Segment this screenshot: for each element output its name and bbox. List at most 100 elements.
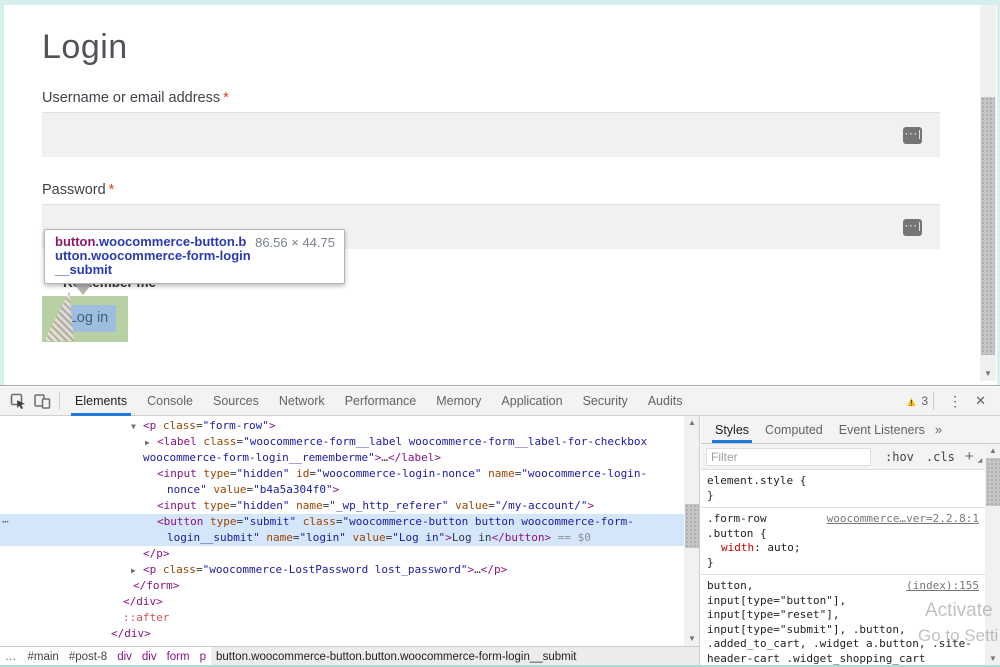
toggle-class-button[interactable]: .cls bbox=[926, 450, 955, 464]
tab-memory[interactable]: Memory bbox=[426, 387, 491, 416]
device-toolbar-icon[interactable] bbox=[30, 390, 54, 412]
expand-arrow-icon[interactable]: ▶ bbox=[131, 563, 136, 579]
dom-tree-line[interactable]: woocommerce-form-login__rememberme">…</l… bbox=[0, 450, 684, 466]
css-selector-line: .button { bbox=[707, 527, 979, 542]
styles-scrollbar-thumb[interactable] bbox=[986, 458, 1000, 506]
breadcrumb-item[interactable]: form bbox=[162, 647, 195, 667]
required-asterisk: * bbox=[109, 182, 115, 198]
css-selector-line: woocommerce…ver=2.2.8:1.form-row bbox=[707, 512, 979, 527]
dom-tree-line[interactable]: ▼<p class="form-row"> bbox=[0, 418, 684, 434]
login-page: Login Username or email address* ···| Pa… bbox=[0, 0, 1000, 385]
dom-tree-line[interactable]: ⋯<button type="submit" class="woocommerc… bbox=[0, 514, 684, 530]
css-rules-list: element.style {}woocommerce…ver=2.2.8:1.… bbox=[701, 470, 985, 667]
dom-tree-line[interactable]: </p> bbox=[0, 546, 684, 562]
password-label: Password* bbox=[42, 182, 114, 198]
dom-tree: ▼<p class="form-row">▶<label class="wooc… bbox=[0, 416, 684, 646]
dom-tree-line[interactable]: </div> bbox=[0, 626, 684, 642]
styles-filter-bar: :hov .cls + ◢ bbox=[701, 444, 985, 470]
tab-network[interactable]: Network bbox=[269, 387, 335, 416]
styles-filter-input[interactable] bbox=[706, 448, 871, 466]
browser-screenshot: Login Username or email address* ···| Pa… bbox=[0, 0, 1000, 667]
css-rule[interactable]: (index):155button,input[type="button"],i… bbox=[701, 575, 985, 667]
inspect-element-icon[interactable] bbox=[6, 390, 30, 412]
username-label: Username or email address* bbox=[42, 90, 229, 106]
text-cursor-icon: ···| bbox=[903, 219, 922, 236]
page-title: Login bbox=[42, 28, 128, 67]
styles-sidebar: StylesComputedEvent Listeners» :hov .cls… bbox=[701, 416, 1000, 667]
elements-panel: ▼<p class="form-row">▶<label class="wooc… bbox=[0, 416, 700, 667]
warning-count: 3 bbox=[921, 394, 928, 408]
styles-tab-styles[interactable]: Styles bbox=[707, 416, 757, 443]
window-edge-top bbox=[0, 0, 1000, 5]
css-rule[interactable]: woocommerce…ver=2.2.8:1.form-row.button … bbox=[701, 508, 985, 575]
element-dimensions: 86.56 × 44.75 bbox=[255, 236, 335, 250]
breadcrumb-item[interactable]: … bbox=[0, 647, 23, 667]
new-style-rule-button[interactable]: + bbox=[965, 448, 974, 465]
css-rule[interactable]: element.style {} bbox=[701, 470, 985, 508]
devtools-close-icon[interactable]: ✕ bbox=[971, 393, 994, 409]
tab-sources[interactable]: Sources bbox=[203, 387, 269, 416]
dom-tree-line[interactable]: <input type="hidden" id="woocommerce-log… bbox=[0, 466, 684, 482]
stylesheet-link[interactable]: (index):155 bbox=[906, 579, 979, 594]
styles-tab-bar: StylesComputedEvent Listeners» bbox=[701, 416, 1000, 444]
scroll-down-icon[interactable]: ▼ bbox=[684, 634, 700, 643]
css-selector-line: .added_to_cart, .widget a.button, .site- bbox=[707, 637, 979, 652]
dom-tree-line[interactable]: nonce" value="b4a5a304f0"> bbox=[0, 482, 684, 498]
toggle-hover-button[interactable]: :hov bbox=[885, 450, 914, 464]
dom-tree-line[interactable]: </form> bbox=[0, 578, 684, 594]
breadcrumb-item[interactable]: div bbox=[137, 647, 162, 667]
styles-scrollbar[interactable]: ▲ ▼ bbox=[985, 444, 1000, 667]
dom-tree-line[interactable]: ::after bbox=[0, 610, 684, 626]
scroll-up-icon[interactable]: ▲ bbox=[684, 418, 700, 427]
css-selector-line: element.style { bbox=[707, 474, 979, 489]
css-selector-line: (index):155button, bbox=[707, 579, 979, 594]
tab-performance[interactable]: Performance bbox=[335, 387, 427, 416]
breadcrumb-item[interactable]: div bbox=[112, 647, 137, 667]
tab-audits[interactable]: Audits bbox=[638, 387, 693, 416]
css-selector-line: input[type="button"], bbox=[707, 594, 979, 609]
warnings-indicator[interactable]: ▲! 3 bbox=[905, 394, 929, 408]
breadcrumb-item[interactable]: p bbox=[195, 647, 211, 667]
elements-scrollbar[interactable]: ▲ ▼ bbox=[684, 416, 699, 646]
toolbar-divider bbox=[933, 392, 934, 410]
required-asterisk: * bbox=[223, 90, 229, 106]
styles-tab-computed[interactable]: Computed bbox=[757, 416, 831, 443]
dom-tree-line[interactable]: login__submit" name="login" value="Log i… bbox=[0, 530, 684, 546]
devtools-panel: ElementsConsoleSourcesNetworkPerformance… bbox=[0, 385, 1000, 667]
text-cursor-icon: ···| bbox=[903, 127, 922, 144]
scroll-up-icon[interactable]: ▲ bbox=[985, 446, 1000, 455]
breadcrumb-item[interactable]: #main bbox=[23, 647, 64, 667]
page-scrollbar-thumb[interactable] bbox=[981, 97, 995, 355]
expand-arrow-icon[interactable]: ▶ bbox=[145, 435, 150, 451]
page-scrollbar[interactable]: ▼ bbox=[980, 5, 996, 381]
dom-tree-line[interactable]: </div> bbox=[0, 594, 684, 610]
breadcrumb-item[interactable]: #post-8 bbox=[64, 647, 112, 667]
devtools-tab-bar: ElementsConsoleSourcesNetworkPerformance… bbox=[65, 387, 692, 416]
inspect-tooltip: 86.56 × 44.75 button.woocommerce-button.… bbox=[44, 229, 345, 284]
scroll-down-icon[interactable]: ▼ bbox=[985, 654, 1000, 663]
collapse-arrow-icon[interactable]: ▼ bbox=[131, 419, 136, 435]
stylesheet-link[interactable]: woocommerce…ver=2.2.8:1 bbox=[827, 512, 979, 527]
tooltip-caret bbox=[74, 284, 92, 295]
devtools-menu-icon[interactable]: ⋮ bbox=[939, 393, 971, 410]
dom-tree-line[interactable]: <input type="hidden" name="_wp_http_refe… bbox=[0, 498, 684, 514]
breadcrumb-item[interactable]: button.woocommerce-button.button.woocomm… bbox=[211, 647, 699, 667]
scroll-down-icon[interactable]: ▼ bbox=[980, 369, 996, 378]
dom-tree-line[interactable]: ▶<label class="woocommerce-form__label w… bbox=[0, 434, 684, 450]
css-selector-line: header-cart .widget_shopping_cart bbox=[707, 652, 979, 667]
css-selector-line: input[type="reset"], bbox=[707, 608, 979, 623]
tab-application[interactable]: Application bbox=[491, 387, 572, 416]
toolbar-divider bbox=[59, 392, 60, 410]
tab-console[interactable]: Console bbox=[137, 387, 203, 416]
tab-security[interactable]: Security bbox=[573, 387, 638, 416]
username-input[interactable]: ···| bbox=[42, 112, 940, 157]
breadcrumb: …#main#post-8divdivformpbutton.woocommer… bbox=[0, 646, 699, 667]
new-rule-dropdown-icon[interactable]: ◢ bbox=[978, 457, 983, 464]
tab-elements[interactable]: Elements bbox=[65, 387, 137, 416]
dom-tree-line[interactable]: ▶<p class="woocommerce-LostPassword lost… bbox=[0, 562, 684, 578]
css-property[interactable]: width: auto; bbox=[707, 541, 979, 556]
elements-scrollbar-thumb[interactable] bbox=[685, 504, 699, 548]
devtools-toolbar: ElementsConsoleSourcesNetworkPerformance… bbox=[0, 387, 1000, 416]
more-tabs-icon[interactable]: » bbox=[935, 416, 942, 443]
styles-tab-event-listeners[interactable]: Event Listeners bbox=[831, 416, 933, 443]
